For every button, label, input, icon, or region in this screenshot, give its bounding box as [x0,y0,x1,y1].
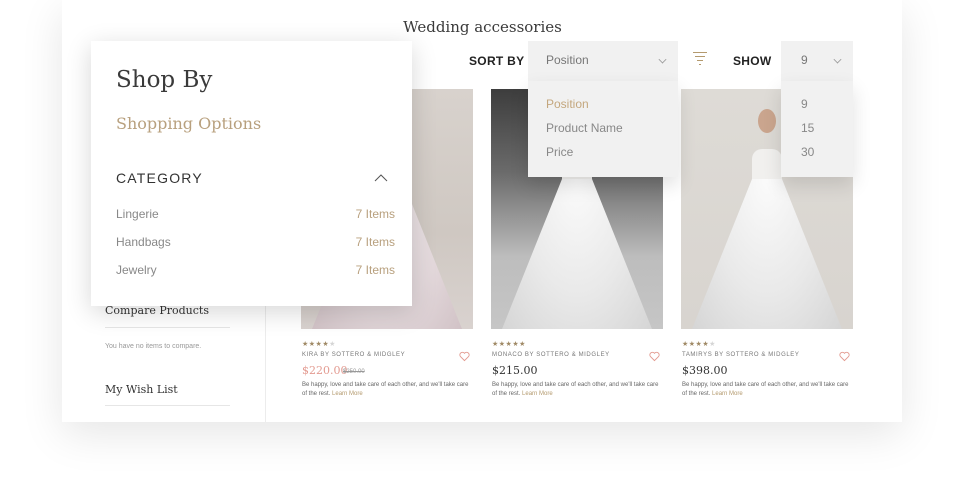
show-label: SHOW [733,54,772,68]
sort-dropdown: Position Product Name Price [528,81,678,177]
category-count: 7 Items [355,263,395,277]
category-heading[interactable]: CATEGORY [116,170,203,186]
sort-direction-icon[interactable] [692,52,708,68]
product-name[interactable]: KIRA BY SOTTERO & MIDGLEY [302,352,405,358]
learn-more-link[interactable]: Learn More [522,391,553,397]
wishlist-heading: My Wish List [105,383,178,396]
divider [105,405,230,406]
chevron-up-icon[interactable] [374,173,388,183]
product-description: Be happy, love and take care of each oth… [302,382,469,397]
product-name[interactable]: TAMIRYS BY SOTTERO & MIDGLEY [682,352,800,358]
product-price: $220.00 [302,364,348,377]
show-select[interactable]: 9 [781,41,853,81]
product-price: $215.00 [492,364,538,377]
product-price: $398.00 [682,364,728,377]
divider [105,327,230,328]
product-description: Be happy, love and take care of each oth… [682,382,849,397]
category-label: Jewelry [116,263,157,277]
product-description: Be happy, love and take care of each oth… [492,382,659,397]
chevron-down-icon [658,55,667,64]
panel-subtitle: Shopping Options [116,114,262,133]
show-selected-value: 9 [801,53,808,67]
category-item-handbags[interactable]: Handbags 7 Items [116,235,395,249]
learn-more-link[interactable]: Learn More [332,391,363,397]
rating-stars: ★★★★★ [492,341,526,348]
category-item-jewelry[interactable]: Jewelry 7 Items [116,263,395,277]
category-item-lingerie[interactable]: Lingerie 7 Items [116,207,395,221]
sort-option-price[interactable]: Price [528,145,678,169]
learn-more-link[interactable]: Learn More [712,391,743,397]
product-old-price: $250.00 [343,369,365,375]
shop-by-panel: Shop By Shopping Options CATEGORY Linger… [91,41,412,306]
show-option-9[interactable]: 9 [781,97,853,121]
page-title: Wedding accessories [403,18,562,36]
sort-select[interactable]: Position [528,41,678,81]
column-divider [265,290,266,422]
sort-label: SORT BY [469,54,525,68]
show-option-15[interactable]: 15 [781,121,853,145]
heart-icon[interactable] [839,351,850,362]
heart-icon[interactable] [459,351,470,362]
sort-selected-value: Position [546,53,589,67]
sort-option-position[interactable]: Position [528,97,678,121]
show-dropdown: 9 15 30 [781,81,853,177]
product-name[interactable]: MONACO BY SOTTERO & MIDGLEY [492,352,610,358]
show-option-30[interactable]: 30 [781,145,853,169]
category-label: Lingerie [116,207,159,221]
category-count: 7 Items [355,207,395,221]
rating-stars: ★★★★★ [302,341,336,348]
rating-stars: ★★★★★ [682,341,716,348]
heart-icon[interactable] [649,351,660,362]
category-label: Handbags [116,235,171,249]
chevron-down-icon [833,55,842,64]
sort-option-product-name[interactable]: Product Name [528,121,678,145]
panel-title: Shop By [116,67,213,93]
compare-note: You have no items to compare. [105,343,202,350]
category-count: 7 Items [355,235,395,249]
